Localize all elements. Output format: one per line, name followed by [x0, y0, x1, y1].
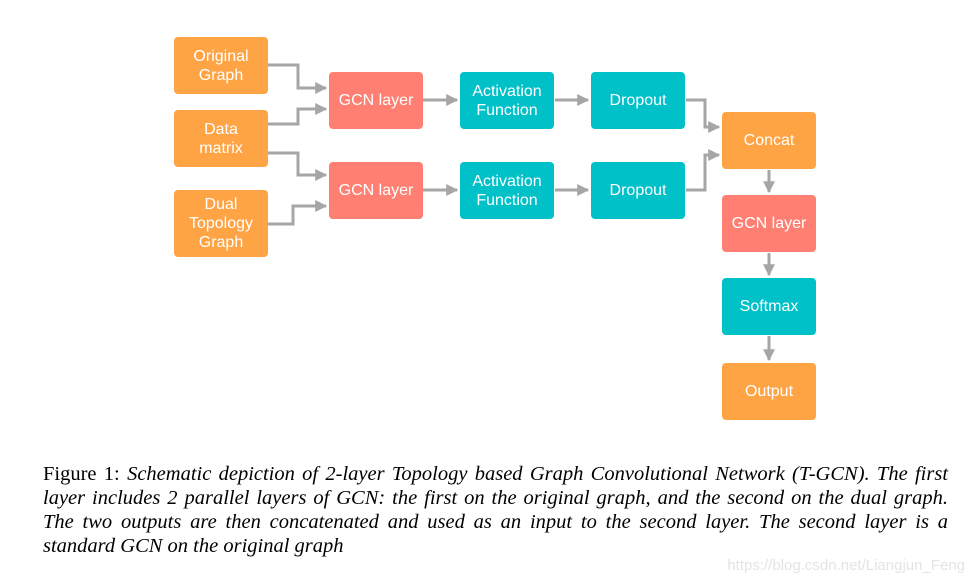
- node-activation-function-2: Activation Function: [460, 162, 554, 219]
- node-dropout-2: Dropout: [591, 162, 685, 219]
- edge-original-to-gcn1: [268, 63, 328, 94]
- node-concat: Concat: [722, 112, 816, 169]
- node-dropout-1: Dropout: [591, 72, 685, 129]
- node-original-graph: Original Graph: [174, 37, 268, 94]
- node-dual-topology-graph: Dual Topology Graph: [174, 190, 268, 257]
- edge-drop1-to-concat: [686, 98, 721, 133]
- node-gcn-layer-2: GCN layer: [329, 162, 423, 219]
- edge-dual-to-gcn2: [268, 200, 328, 226]
- edge-drop2-to-concat: [686, 149, 721, 192]
- watermark: https://blog.csdn.net/Liangjun_Feng: [727, 557, 965, 574]
- edge-data-to-gcn2: [268, 151, 328, 181]
- node-output: Output: [722, 363, 816, 420]
- node-softmax: Softmax: [722, 278, 816, 335]
- figure-caption: Figure 1: Schematic depiction of 2-layer…: [43, 462, 948, 558]
- caption-text: Schematic depiction of 2-layer Topology …: [43, 463, 949, 557]
- node-activation-function-1: Activation Function: [460, 72, 554, 129]
- edge-data-to-gcn1: [268, 103, 328, 126]
- node-gcn-layer-3: GCN layer: [722, 195, 816, 252]
- node-data-matrix: Data matrix: [174, 110, 268, 167]
- caption-label: Figure 1:: [43, 463, 120, 485]
- node-gcn-layer-1: GCN layer: [329, 72, 423, 129]
